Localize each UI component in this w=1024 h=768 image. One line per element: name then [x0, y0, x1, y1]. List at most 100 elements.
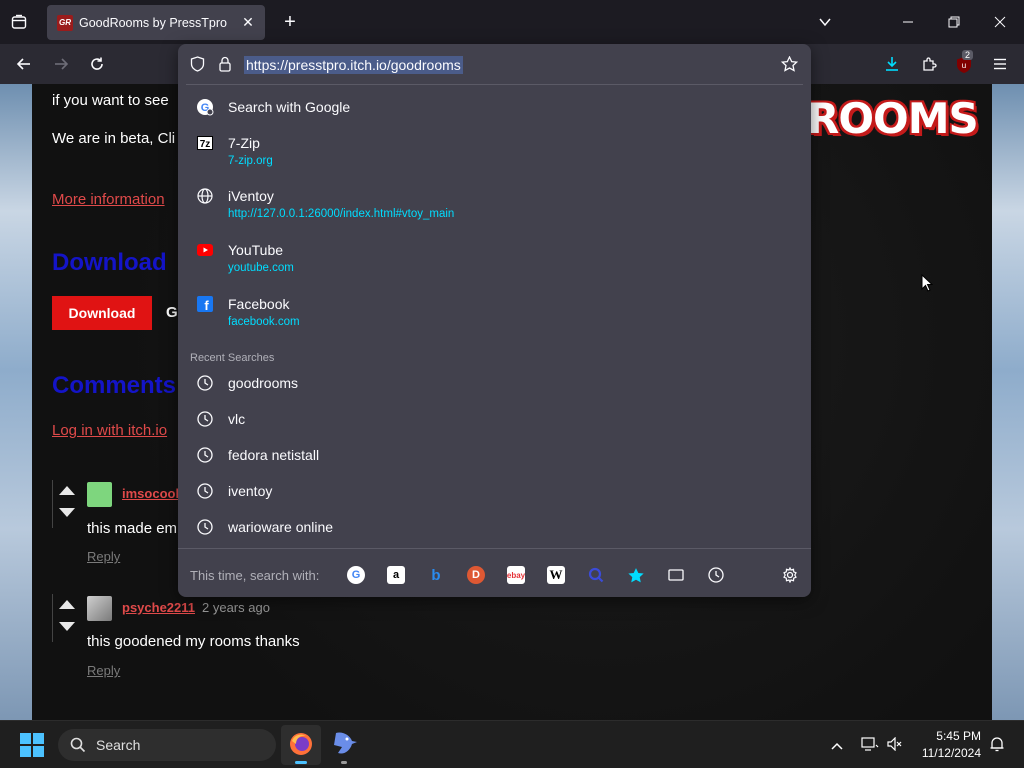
history-clock-icon [196, 410, 214, 428]
duckduckgo-engine-icon[interactable]: D [467, 566, 485, 584]
comment-username[interactable]: psyche2211 [122, 600, 195, 615]
recent-search-item[interactable]: iventoy [186, 476, 803, 508]
comment-timestamp: 2 years ago [202, 600, 270, 615]
search-with-google-label: Search with Google [228, 99, 351, 115]
bookmarks-star-icon[interactable] [627, 566, 645, 584]
comment-username[interactable]: imsocool4 [122, 486, 186, 501]
tabs-search-icon[interactable] [667, 566, 685, 584]
intro-line-1: if you want to see [52, 92, 169, 109]
downvote-arrow-icon[interactable] [59, 508, 75, 517]
recent-search-label: goodrooms [228, 375, 299, 391]
search-settings-gear-icon[interactable] [781, 566, 799, 584]
google-engine-icon[interactable]: G [347, 566, 365, 584]
bookmark-star-icon[interactable] [780, 55, 799, 77]
suggestion-url: http://127.0.0.1:26000/index.html#vtoy_m… [228, 208, 455, 220]
back-arrow-icon[interactable] [13, 54, 35, 74]
windows-taskbar: Search 5:45 PM 11/12/2024 [0, 720, 1024, 768]
recent-search-item[interactable]: goodrooms [186, 368, 803, 400]
svg-text:7z: 7z [200, 139, 211, 150]
ebay-engine-icon[interactable]: ebay [507, 566, 525, 584]
wikipedia-engine-icon[interactable]: W [547, 566, 565, 584]
extensions-puzzle-icon[interactable] [918, 54, 940, 74]
suggestion-facebook[interactable]: f Facebook facebook.com [186, 289, 803, 339]
suggestion-url: facebook.com [228, 316, 300, 328]
recent-searches-header: Recent Searches [190, 352, 275, 364]
login-itch-link[interactable]: Log in with itch.io [52, 422, 167, 439]
amazon-engine-icon[interactable]: a [387, 566, 405, 584]
dropdown-divider [186, 84, 803, 85]
history-search-icon[interactable] [707, 566, 725, 584]
forward-arrow-icon[interactable] [50, 54, 72, 74]
suggestion-youtube[interactable]: YouTube youtube.com [186, 235, 803, 285]
restore-icon[interactable] [944, 12, 964, 32]
suggestion-url: youtube.com [228, 262, 294, 274]
notification-bell-icon[interactable] [989, 736, 1005, 757]
minimize-icon[interactable] [898, 12, 918, 32]
close-window-icon[interactable] [990, 12, 1010, 32]
tab-goodrooms[interactable]: GR GoodRooms by PressTpro ✕ [47, 5, 265, 40]
recent-search-label: iventoy [228, 483, 273, 499]
menu-hamburger-icon[interactable] [989, 54, 1011, 74]
history-clock-icon [196, 374, 214, 392]
recent-search-item[interactable]: fedora netistall [186, 440, 803, 472]
recent-search-item[interactable]: vlc [186, 404, 803, 436]
search-with-label: This time, search with: [190, 568, 320, 583]
network-icon[interactable] [861, 737, 879, 756]
taskbar-search-box[interactable]: Search [58, 729, 276, 761]
volume-muted-icon[interactable] [887, 736, 903, 756]
history-clock-icon [196, 518, 214, 536]
tab-bar: GR GoodRooms by PressTpro ✕ + [0, 0, 1024, 44]
lock-icon[interactable] [218, 56, 232, 77]
ublock-shield-icon[interactable]: u 2 [953, 50, 975, 76]
mouse-cursor-icon [921, 273, 934, 297]
upvote-arrow-icon[interactable] [59, 600, 75, 609]
tray-chevron-up-icon[interactable] [830, 738, 844, 756]
vote-controls [52, 594, 78, 642]
address-bar[interactable]: https://presstpro.itch.io/goodrooms [178, 44, 811, 84]
suggestion-7zip[interactable]: 7z 7-Zip 7-zip.org [186, 128, 803, 178]
extension-badge: 2 [962, 50, 974, 60]
firefox-taskbar-icon[interactable] [281, 725, 321, 765]
url-input[interactable]: https://presstpro.itch.io/goodrooms [244, 56, 463, 74]
tab-title: GoodRooms by PressTpro [79, 15, 227, 30]
magnifier-icon [70, 737, 86, 753]
svg-text:f: f [204, 298, 209, 312]
suggestion-label: iVentoy [228, 188, 274, 204]
download-button[interactable]: Download [52, 296, 152, 330]
recent-search-label: fedora netistall [228, 447, 320, 463]
tracking-protection-shield-icon[interactable] [190, 56, 205, 77]
parrot-app-taskbar-icon[interactable] [330, 729, 360, 764]
recent-search-label: warioware online [228, 519, 334, 535]
tab-close-icon[interactable]: ✕ [239, 13, 257, 31]
list-all-tabs-chevron-icon[interactable] [815, 12, 835, 32]
7zip-icon: 7z [196, 134, 214, 152]
downvote-arrow-icon[interactable] [59, 622, 75, 631]
download-trailing-text: G [166, 304, 178, 321]
bing-engine-icon[interactable]: b [427, 566, 445, 584]
comments-heading: Comments [52, 372, 177, 399]
comment-text: this goodened my rooms thanks [87, 633, 300, 650]
history-clock-icon [196, 482, 214, 500]
suggestion-iventoy[interactable]: iVentoy http://127.0.0.1:26000/index.htm… [186, 181, 803, 231]
clock-time[interactable]: 5:45 PM [925, 729, 981, 743]
new-tab-icon[interactable]: + [279, 11, 301, 33]
suggestion-url: 7-zip.org [228, 155, 273, 167]
reply-link[interactable]: Reply [87, 663, 120, 678]
one-off-search-bar: This time, search with: G a b D ebay W [178, 548, 811, 597]
tab-list-icon[interactable] [8, 12, 30, 32]
clock-date[interactable]: 11/12/2024 [915, 746, 981, 760]
upvote-arrow-icon[interactable] [59, 486, 75, 495]
downloads-icon[interactable] [881, 54, 903, 74]
search-with-google-row[interactable]: G Search with Google [186, 92, 803, 124]
vote-controls [52, 480, 78, 528]
reload-icon[interactable] [86, 54, 108, 74]
reply-link[interactable]: Reply [87, 549, 120, 564]
download-heading: Download [52, 249, 167, 276]
recent-search-item[interactable]: warioware online [186, 512, 803, 544]
custom-search-engine-icon[interactable] [587, 566, 605, 584]
more-information-link[interactable]: More information [52, 191, 165, 208]
windows-start-icon[interactable] [20, 733, 44, 762]
history-clock-icon [196, 446, 214, 464]
avatar [87, 482, 112, 507]
suggestion-label: Facebook [228, 296, 290, 312]
